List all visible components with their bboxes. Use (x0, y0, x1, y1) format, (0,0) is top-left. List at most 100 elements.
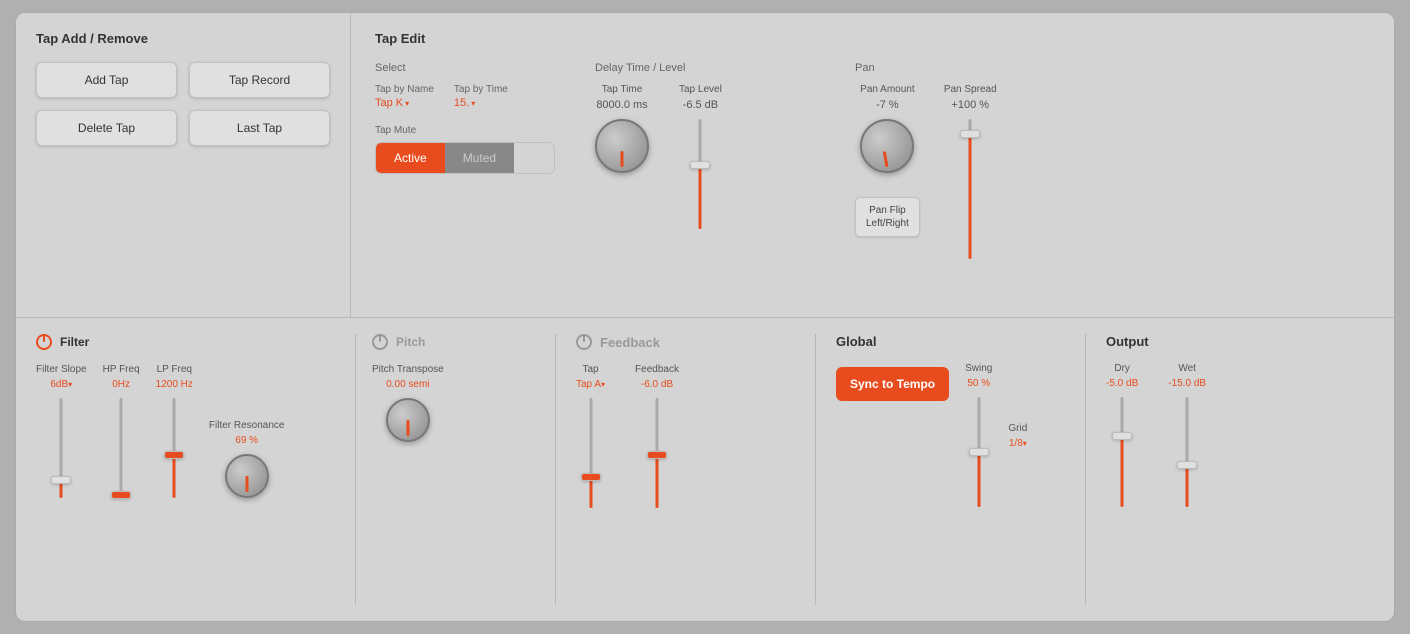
global-section: Global Sync to Tempo Swing 50 % Grid 1/8 (816, 334, 1086, 605)
swing-value: 50 % (967, 378, 990, 389)
filter-title: Filter (60, 335, 89, 349)
lp-freq-slider[interactable] (167, 398, 181, 498)
pan-label: Pan (855, 62, 1115, 74)
feedback-tap-arrow: ▾ (601, 380, 605, 389)
pan-amount-col: Pan Amount -7 % Pan FlipLeft/Right (855, 84, 920, 237)
hp-freq-slider[interactable] (114, 398, 128, 498)
filter-slope-slider[interactable] (54, 398, 68, 498)
tap-by-name-col: Tap by Name Tap K ▾ (375, 84, 434, 109)
filter-slope-value[interactable]: 6dB ▾ (50, 379, 72, 390)
filter-slope-arrow: ▾ (68, 380, 72, 389)
hp-freq-label: HP Freq (103, 364, 140, 375)
feedback-tap-value[interactable]: Tap A ▾ (576, 379, 605, 390)
tap-record-button[interactable]: Tap Record (189, 62, 330, 98)
pan-flip-button[interactable]: Pan FlipLeft/Right (855, 197, 920, 237)
swing-slider[interactable] (972, 397, 986, 507)
pan-spread-thumb[interactable] (960, 130, 980, 138)
pan-spread-slider[interactable] (963, 119, 977, 259)
feedback-tap-label: Tap (582, 364, 598, 375)
tap-level-thumb[interactable] (690, 161, 710, 169)
select-label: Select (375, 62, 555, 74)
tap-time-value: 8000.0 ms (596, 99, 647, 111)
muted-toggle-button[interactable]: Muted (445, 143, 514, 173)
swing-label: Swing (965, 363, 992, 374)
pan-section: Pan Pan Amount -7 % Pan FlipLeft/Right P… (855, 62, 1115, 259)
feedback-tap-thumb[interactable] (581, 473, 601, 481)
tap-level-slider[interactable] (693, 119, 707, 229)
wet-value: -15.0 dB (1168, 378, 1206, 389)
pan-spread-label: Pan Spread (944, 84, 997, 95)
lp-freq-label: LP Freq (157, 364, 192, 375)
pitch-power-icon[interactable] (372, 334, 388, 350)
delay-section: Delay Time / Level Tap Time 8000.0 ms Ta… (595, 62, 815, 229)
tap-edit-content: Select Tap by Name Tap K ▾ Tap by Time (375, 62, 1370, 299)
last-tap-button[interactable]: Last Tap (189, 110, 330, 146)
select-row: Tap by Name Tap K ▾ Tap by Time 15. ▾ (375, 84, 555, 109)
feedback-row: Tap Tap A ▾ Feedback -6.0 dB (576, 364, 795, 508)
grid-label: Grid (1008, 423, 1027, 434)
tap-time-label: Tap Time (602, 84, 643, 95)
pan-spread-col: Pan Spread +100 % (944, 84, 997, 259)
wet-thumb[interactable] (1177, 461, 1197, 469)
add-tap-button[interactable]: Add Tap (36, 62, 177, 98)
feedback-level-thumb[interactable] (647, 451, 667, 459)
tap-button-grid: Add Tap Tap Record Delete Tap Last Tap (36, 62, 330, 146)
hp-freq-thumb[interactable] (111, 491, 131, 499)
filter-resonance-label: Filter Resonance (209, 420, 285, 431)
tap-by-name-value[interactable]: Tap K ▾ (375, 97, 434, 109)
dry-label: Dry (1114, 363, 1130, 374)
pitch-title: Pitch (396, 335, 425, 349)
tap-time-knob[interactable] (595, 119, 649, 173)
swing-fill (977, 452, 980, 507)
feedback-level-value: -6.0 dB (641, 379, 673, 390)
pan-row: Pan Amount -7 % Pan FlipLeft/Right Pan S… (855, 84, 1115, 259)
active-toggle-button[interactable]: Active (376, 143, 445, 173)
sync-to-tempo-button[interactable]: Sync to Tempo (836, 367, 949, 401)
pitch-transpose-value: 0.00 semi (386, 379, 429, 390)
lp-freq-col: LP Freq 1200 Hz (156, 364, 193, 498)
filter-header: Filter (36, 334, 335, 350)
tap-by-name-label: Tap by Name (375, 84, 434, 95)
dry-col: Dry -5.0 dB (1106, 363, 1138, 507)
hp-freq-col: HP Freq 0Hz (103, 364, 140, 498)
delay-label: Delay Time / Level (595, 62, 815, 74)
global-title: Global (836, 334, 1065, 349)
grid-value[interactable]: 1/8 ▾ (1009, 438, 1027, 449)
pitch-transpose-knob[interactable] (386, 398, 430, 442)
grid-arrow: ▾ (1023, 439, 1027, 448)
filter-power-icon[interactable] (36, 334, 52, 350)
feedback-tap-slider[interactable] (584, 398, 598, 508)
filter-resonance-knob[interactable] (225, 454, 269, 498)
pitch-header: Pitch (372, 334, 539, 350)
delay-row: Tap Time 8000.0 ms Tap Level -6.5 dB (595, 84, 815, 229)
pitch-section: Pitch Pitch Transpose 0.00 semi (356, 334, 556, 605)
dry-value: -5.0 dB (1106, 378, 1138, 389)
tap-edit-title: Tap Edit (375, 31, 1370, 46)
grid-col: Grid 1/8 ▾ (1008, 423, 1027, 449)
filter-section: Filter Filter Slope 6dB ▾ (16, 334, 356, 605)
feedback-power-icon[interactable] (576, 334, 592, 350)
feedback-level-slider[interactable] (650, 398, 664, 508)
pan-amount-value: -7 % (876, 99, 899, 111)
tap-level-value: -6.5 dB (683, 99, 718, 111)
top-section: Tap Add / Remove Add Tap Tap Record Dele… (16, 13, 1394, 318)
pan-amount-knob[interactable] (860, 119, 914, 173)
tap-by-name-arrow: ▾ (405, 99, 409, 108)
lp-freq-thumb[interactable] (164, 451, 184, 459)
output-row: Dry -5.0 dB Wet -15.0 dB (1106, 363, 1374, 507)
global-row: Sync to Tempo Swing 50 % Grid 1/8 ▾ (836, 363, 1065, 507)
pan-amount-label: Pan Amount (860, 84, 914, 95)
dry-thumb[interactable] (1112, 432, 1132, 440)
feedback-tap-col: Tap Tap A ▾ (576, 364, 605, 508)
filter-resonance-col: Filter Resonance 69 % (209, 420, 285, 498)
tap-by-time-value[interactable]: 15. ▾ (454, 97, 508, 109)
wet-slider[interactable] (1180, 397, 1194, 507)
filter-slope-thumb[interactable] (51, 476, 71, 484)
wet-label: Wet (1178, 363, 1196, 374)
delete-tap-button[interactable]: Delete Tap (36, 110, 177, 146)
dry-slider[interactable] (1115, 397, 1129, 507)
swing-thumb[interactable] (969, 448, 989, 456)
pan-spread-fill (969, 133, 972, 259)
tap-add-remove-title: Tap Add / Remove (36, 31, 330, 46)
output-section: Output Dry -5.0 dB Wet -15.0 dB (1086, 334, 1394, 605)
